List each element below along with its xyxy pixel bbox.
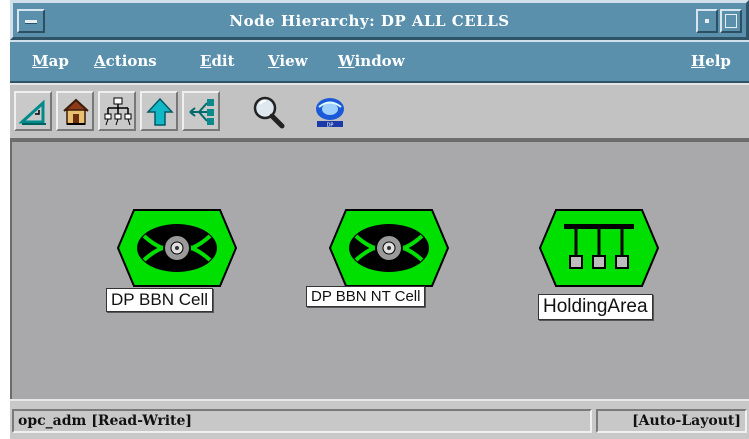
home-icon [63, 98, 89, 125]
cell-node-icon [328, 209, 450, 287]
holding-area-icon [538, 209, 660, 287]
node-label: DP BBN Cell [106, 288, 213, 312]
tool-search-button[interactable] [248, 91, 286, 131]
menu-actions[interactable]: Actions [94, 52, 157, 70]
tool-dp-logo-button[interactable]: DP [310, 91, 348, 131]
node-dp-bbn-nt-cell[interactable]: DP BBN NT Cell [306, 208, 450, 307]
tool-network-button[interactable] [182, 91, 220, 131]
status-user-mode: opc_adm [Read-Write] [12, 409, 592, 433]
tool-up-button[interactable] [140, 91, 178, 131]
triangle-ruler-icon [19, 99, 46, 125]
window-title: Node Hierarchy: DP ALL CELLS [229, 12, 510, 30]
node-hierarchy-window: Node Hierarchy: DP ALL CELLS Map Actions… [10, 0, 749, 439]
menu-help[interactable]: Help [691, 52, 731, 70]
minimize-button[interactable] [696, 9, 718, 33]
map-canvas[interactable]: DP BBN Cell DP BBN NT Cell HoldingArea [10, 140, 749, 399]
tool-hierarchy-button[interactable] [98, 91, 136, 131]
data-protector-logo-icon: DP [316, 98, 344, 129]
cell-node-icon [116, 209, 238, 287]
tool-triangle-button[interactable] [14, 91, 52, 131]
magnifier-icon [253, 96, 285, 129]
status-layout-mode: [Auto-Layout] [596, 409, 747, 433]
network-branch-icon [189, 99, 214, 125]
toolbar: DP [10, 83, 749, 140]
system-menu-icon [25, 20, 37, 24]
logo-caption: DP [327, 123, 334, 129]
maximize-button[interactable] [720, 9, 742, 33]
hierarchy-icon [104, 97, 132, 126]
menu-edit[interactable]: Edit [200, 52, 235, 70]
menu-map[interactable]: Map [32, 52, 69, 70]
up-arrow-icon [146, 97, 174, 126]
menu-view[interactable]: View [268, 52, 308, 70]
tool-home-button[interactable] [56, 91, 94, 131]
node-dp-bbn-cell[interactable]: DP BBN Cell [106, 208, 238, 312]
node-holding-area[interactable]: HoldingArea [538, 208, 660, 320]
minimize-icon [705, 19, 709, 23]
title-bar[interactable]: Node Hierarchy: DP ALL CELLS [10, 0, 749, 40]
menu-bar: Map Actions Edit View Window Help [10, 40, 749, 83]
menu-window[interactable]: Window [338, 52, 405, 70]
maximize-icon [725, 14, 737, 28]
node-label: HoldingArea [538, 294, 653, 320]
node-label: DP BBN NT Cell [306, 286, 426, 307]
status-bar: opc_adm [Read-Write] [Auto-Layout] [10, 399, 749, 439]
system-menu-button[interactable] [17, 9, 45, 33]
